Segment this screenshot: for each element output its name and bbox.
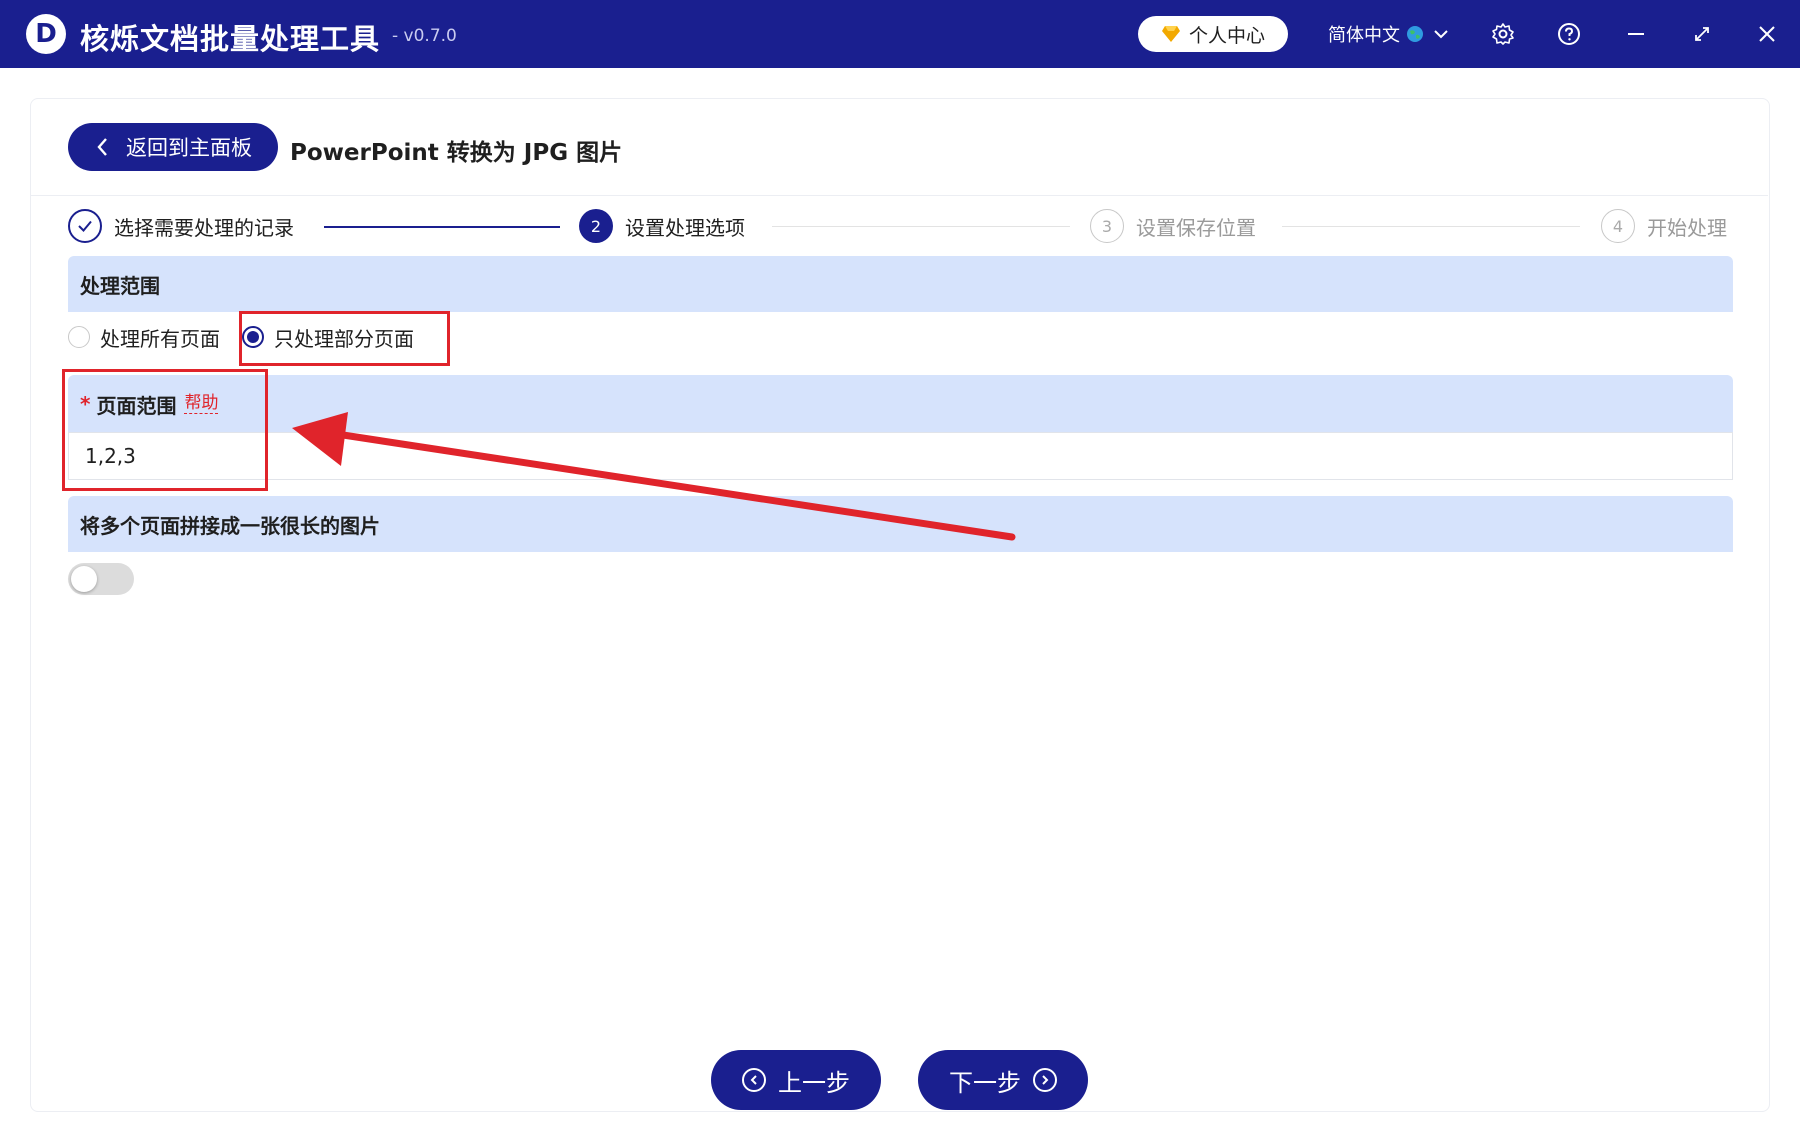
prev-step-button[interactable]: 上一步 (711, 1050, 881, 1110)
annotation-arrow (292, 412, 1016, 541)
next-step-button[interactable]: 下一步 (918, 1050, 1088, 1110)
prev-step-label: 上一步 (778, 1068, 850, 1097)
arrow-left-circle-icon (742, 1068, 766, 1092)
arrow-right-circle-icon (1033, 1068, 1057, 1092)
next-step-label: 下一步 (949, 1068, 1021, 1097)
